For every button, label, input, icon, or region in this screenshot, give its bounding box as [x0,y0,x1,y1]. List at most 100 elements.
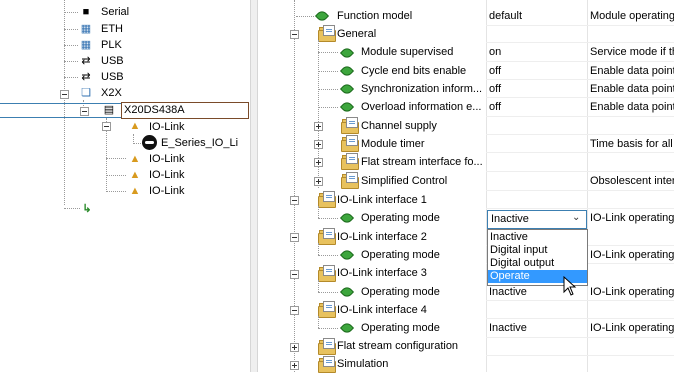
tree-connector [64,45,78,46]
chevron-down-icon[interactable]: ⌄ [572,211,580,225]
group-name[interactable]: Module timer [361,137,425,151]
tree-item-x2x[interactable]: X2X [101,86,122,100]
tree-connector [64,12,78,13]
group-name[interactable]: Channel supply [361,119,437,133]
folder-icon [318,338,336,355]
row-separator [486,208,674,209]
group-name[interactable]: Flat stream interface fo... [361,155,483,169]
tree-connector [318,255,338,256]
tree-item-io-link-1[interactable]: IO-Link [149,120,184,134]
tree-connector [318,243,319,255]
collapse-toggle[interactable] [290,270,299,279]
group-name[interactable]: Simplified Control [361,174,447,188]
tree-connector [64,0,65,95]
param-name: Synchronization inform... [361,83,483,95]
io-link-icon: ▲ [129,153,141,165]
tree-item-io-link-4[interactable]: IO-Link [149,184,184,198]
collapse-toggle[interactable] [80,107,89,116]
usb-icon: ⇄ [81,55,91,67]
tree-connector [318,71,338,72]
param-name: Function model [337,10,413,22]
tree-item-plk[interactable]: PLK [101,38,122,52]
option-label: Operate [490,270,530,282]
tree-item-x20ds438a[interactable]: X20DS438A [124,103,185,117]
group-name[interactable]: IO-Link interface 3 [337,266,427,280]
folder-icon [341,135,359,152]
row-separator [486,190,674,191]
parameter-leaf-icon [342,250,351,259]
param-value[interactable]: off [489,64,501,78]
collapse-toggle[interactable] [290,30,299,39]
param-value[interactable]: Inactive [489,321,527,335]
group-name[interactable]: IO-Link interface 2 [337,230,427,244]
tree-connector [318,316,319,328]
sensor-icon [145,141,154,144]
param-name: Module supervised [361,46,454,58]
tree-item-e-series[interactable]: E_Series_IO_Li [161,136,238,150]
parameter-leaf-icon [317,11,326,20]
param-name: Operating mode [361,212,440,224]
expand-toggle[interactable] [290,361,299,370]
tree-item-eth[interactable]: ETH [101,22,123,36]
tree-connector [318,218,338,219]
mouse-cursor-icon [563,276,577,296]
row-separator [486,79,674,80]
row-separator [486,61,674,62]
tree-connector [318,328,338,329]
add-module-icon[interactable]: ↳ [80,202,94,216]
param-value[interactable]: default [489,9,522,23]
folder-icon [318,301,336,318]
row-separator [486,116,674,117]
row-separator [486,318,674,319]
expand-toggle[interactable] [314,158,323,167]
collapse-toggle[interactable] [60,90,69,99]
row-separator [486,25,674,26]
param-description: IO-Link operating [590,212,674,224]
group-name[interactable]: General [337,27,376,41]
panel-splitter[interactable] [250,0,258,372]
expand-toggle[interactable] [290,343,299,352]
param-value[interactable]: Inactive [489,285,527,299]
tree-item-usb[interactable]: USB [101,54,124,68]
collapse-toggle[interactable] [102,122,111,131]
param-name: Cycle end bits enable [361,65,467,77]
group-name[interactable]: Flat stream configuration [337,339,458,353]
ethernet-icon: ▦ [80,23,92,35]
tree-connector [296,16,314,17]
collapse-toggle[interactable] [290,306,299,315]
expand-toggle[interactable] [314,177,323,186]
expand-toggle[interactable] [314,122,323,131]
x2x-icon: ❏ [81,87,91,99]
tree-item-io-link-2[interactable]: IO-Link [149,152,184,166]
param-description: Enable data point [590,65,674,77]
parameter-leaf-icon [342,48,351,57]
group-name[interactable]: IO-Link interface 1 [337,193,427,207]
tree-item-usb-2[interactable]: USB [101,70,124,84]
row-separator [486,355,674,356]
group-name[interactable]: IO-Link interface 4 [337,303,427,317]
param-value[interactable]: off [489,82,501,96]
folder-icon [341,117,359,134]
parameter-leaf-icon [342,102,351,111]
param-value[interactable]: on [489,45,501,59]
tree-connector [64,95,65,205]
tree-connector [64,77,78,78]
param-value[interactable]: off [489,100,501,114]
param-name: Operating mode [361,286,440,298]
folder-icon [318,191,336,208]
tree-connector [318,292,338,293]
tree-item-io-link-3[interactable]: IO-Link [149,168,184,182]
select-value: Inactive [491,213,529,225]
collapse-toggle[interactable] [290,233,299,242]
option-label: Digital input [490,244,548,256]
parameter-leaf-icon [342,287,351,296]
group-name[interactable]: Simulation [337,357,388,371]
expand-toggle[interactable] [314,140,323,149]
row-separator [486,171,674,172]
tree-connector [318,107,338,108]
collapse-toggle[interactable] [290,196,299,205]
param-name: Operating mode [361,322,440,334]
row-separator [486,42,674,43]
operating-mode-select[interactable]: Inactive ⌄ [487,210,587,229]
tree-item-serial[interactable]: Serial [101,5,129,19]
